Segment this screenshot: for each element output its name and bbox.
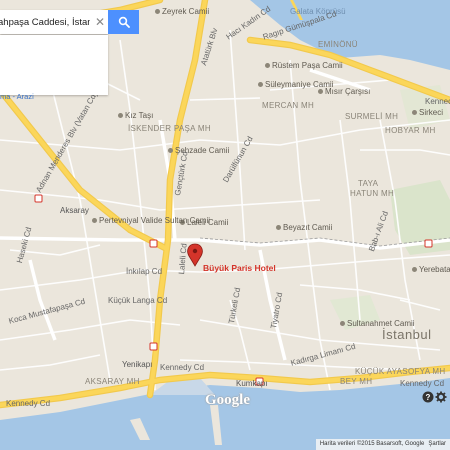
district-label: MERCAN MH: [262, 101, 315, 110]
road-kucuk-langa: Küçük Langa Cd: [108, 296, 168, 305]
map-data-credit: Harita verileri ©2015 Basarsoft, Google: [319, 441, 425, 447]
poi-beyazit-camii[interactable]: Beyazıt Camii: [276, 224, 332, 232]
map-type-link[interactable]: ma - Arazi: [0, 93, 34, 101]
yenikapi-label: Yenikapı: [122, 360, 153, 369]
road-kennedy-4: Kennedy Cd: [6, 399, 51, 408]
poi-sirkeci[interactable]: Sirkeci: [412, 109, 443, 117]
district-label: İSKENDER PAŞA MH: [128, 124, 211, 133]
svg-text:?: ?: [425, 393, 430, 402]
road-kennedy-2: Kennedy Cd: [400, 379, 445, 388]
district-label: AKSARAY MH: [85, 377, 140, 386]
help-icon: ?: [422, 391, 433, 402]
district-label: HOBYAR MH: [385, 126, 436, 135]
poi-pertevniyal[interactable]: Pertevniyal Valide Sultan Camii: [92, 217, 210, 225]
poi-sultanahmet[interactable]: Sultanahmet Camii: [340, 320, 415, 328]
district-label: BEY MH: [340, 377, 373, 386]
place-info-card: ma - Arazi: [0, 35, 108, 100]
aksaray-label: Aksaray: [60, 206, 89, 215]
road-inkilap: İnkılap Cd: [126, 267, 163, 276]
poi-sehzade-camii[interactable]: Şehzade Camii: [168, 147, 229, 155]
search-input[interactable]: [0, 10, 90, 34]
poi-kiz-tasi[interactable]: Kız Taşı: [118, 112, 153, 120]
kumkapi-label: Kumkapı: [236, 379, 268, 388]
gear-icon: [435, 391, 446, 402]
terms-link[interactable]: Şartlar: [428, 439, 446, 450]
hotel-label[interactable]: Büyük Paris Hotel: [203, 264, 276, 273]
poi-misir-carsisi[interactable]: Mısır Çarşısı: [318, 88, 370, 96]
search-button[interactable]: [108, 10, 139, 34]
district-label: TAYA: [358, 179, 379, 188]
search-icon: [118, 16, 130, 28]
road-kennedy-3: Kennedy Cd: [425, 97, 450, 106]
map-canvas[interactable]: İstanbul MERCAN MH SURMELİ MH HOBYAR MH …: [0, 0, 450, 450]
map-attribution: Harita verileri ©2015 Basarsoft, Google …: [315, 439, 450, 450]
poi-rustem-pasa-camii[interactable]: Rüstem Paşa Camii: [265, 62, 343, 70]
eminonu-label: EMİNÖNÜ: [318, 40, 358, 49]
search-box: ✕: [0, 10, 108, 34]
district-label: SURMELİ MH: [345, 112, 399, 121]
road-kennedy-1: Kennedy Cd: [160, 363, 205, 372]
clear-search-button[interactable]: ✕: [95, 15, 105, 29]
help-button[interactable]: ?: [421, 390, 434, 403]
district-istanbul: İstanbul: [382, 327, 432, 342]
settings-button[interactable]: [434, 390, 447, 403]
district-label: KÜÇÜK AYASOFYA MH: [355, 367, 446, 376]
district-label: HATUN MH: [350, 189, 395, 198]
google-logo: Google: [205, 392, 250, 408]
poi-yerebatan[interactable]: Yerebatan Sarnıcı: [412, 266, 450, 274]
poi-zeyrek-camii[interactable]: Zeyrek Camii: [155, 8, 209, 16]
